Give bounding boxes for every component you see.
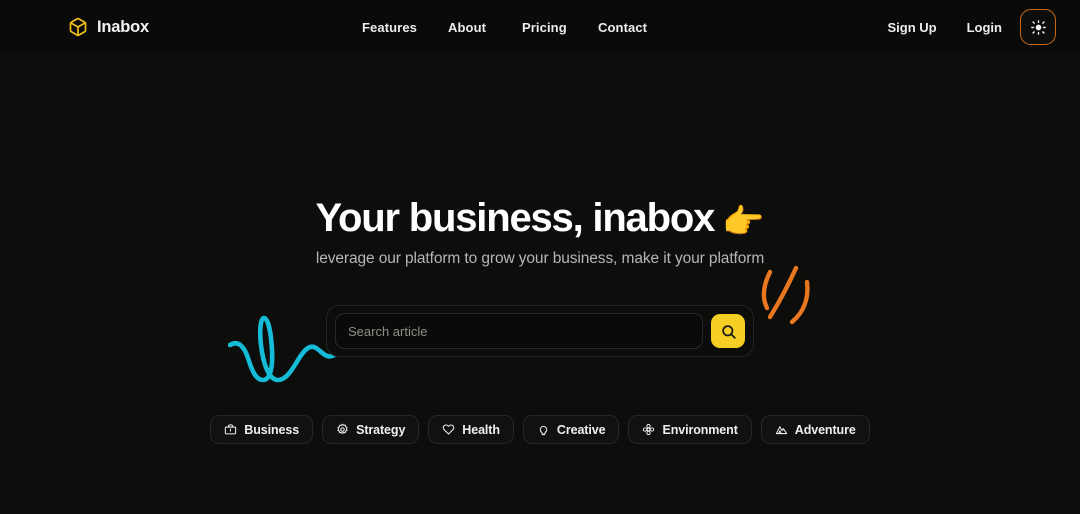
category-chip-adventure[interactable]: Adventure: [760, 415, 870, 444]
nav-item-about[interactable]: About: [448, 20, 522, 35]
search-icon: [720, 323, 737, 340]
category-chip-list: Business Strategy Health Creative Enviro…: [0, 415, 1080, 444]
main-nav: Features About Pricing Contact: [362, 20, 658, 35]
category-chip-health[interactable]: Health: [428, 415, 514, 444]
gear-icon: [336, 423, 349, 436]
nav-item-contact[interactable]: Contact: [598, 20, 658, 35]
nav-item-pricing[interactable]: Pricing: [522, 20, 598, 35]
category-chip-business[interactable]: Business: [210, 415, 314, 444]
mountain-icon: [775, 423, 788, 436]
orange-strokes-icon: [756, 260, 830, 336]
landing-page: Inabox Features About Pricing Contact Si…: [0, 0, 1080, 514]
nav-item-features[interactable]: Features: [362, 20, 448, 35]
category-chip-label: Environment: [662, 422, 738, 437]
search-input[interactable]: [335, 313, 703, 349]
category-chip-label: Health: [462, 422, 500, 437]
page-title-text: Your business, inabox: [315, 196, 716, 240]
category-chip-environment[interactable]: Environment: [628, 415, 752, 444]
category-chip-strategy[interactable]: Strategy: [322, 415, 420, 444]
category-chip-label: Strategy: [356, 422, 406, 437]
category-chip-label: Creative: [556, 422, 606, 437]
brand-name: Inabox: [97, 17, 149, 36]
search-bar: [326, 305, 754, 357]
page-subtitle: leverage our platform to grow your busin…: [315, 250, 765, 267]
category-chip-label: Business: [244, 422, 300, 437]
site-header: Inabox Features About Pricing Contact Si…: [0, 0, 1080, 54]
theme-toggle-button[interactable]: [1020, 9, 1056, 45]
page-title: Your business, inabox 👉: [0, 196, 1080, 241]
sun-icon: [1030, 19, 1047, 36]
hero-section: Your business, inabox 👉 leverage our plat…: [0, 54, 1080, 514]
brand-logo[interactable]: Inabox: [68, 17, 149, 37]
header-actions: Sign Up Login: [888, 9, 1056, 45]
login-link[interactable]: Login: [967, 20, 1002, 35]
sign-up-link[interactable]: Sign Up: [888, 20, 937, 35]
heart-icon: [442, 423, 455, 436]
flower-icon: [642, 423, 655, 436]
search-submit-button[interactable]: [711, 314, 745, 348]
briefcase-icon: [224, 423, 237, 436]
pointing-right-emoji: 👉: [722, 203, 765, 241]
box-cube-icon: [68, 17, 88, 37]
category-chip-label: Adventure: [794, 422, 856, 437]
lightbulb-icon: [537, 423, 550, 436]
category-chip-creative[interactable]: Creative: [522, 415, 620, 444]
